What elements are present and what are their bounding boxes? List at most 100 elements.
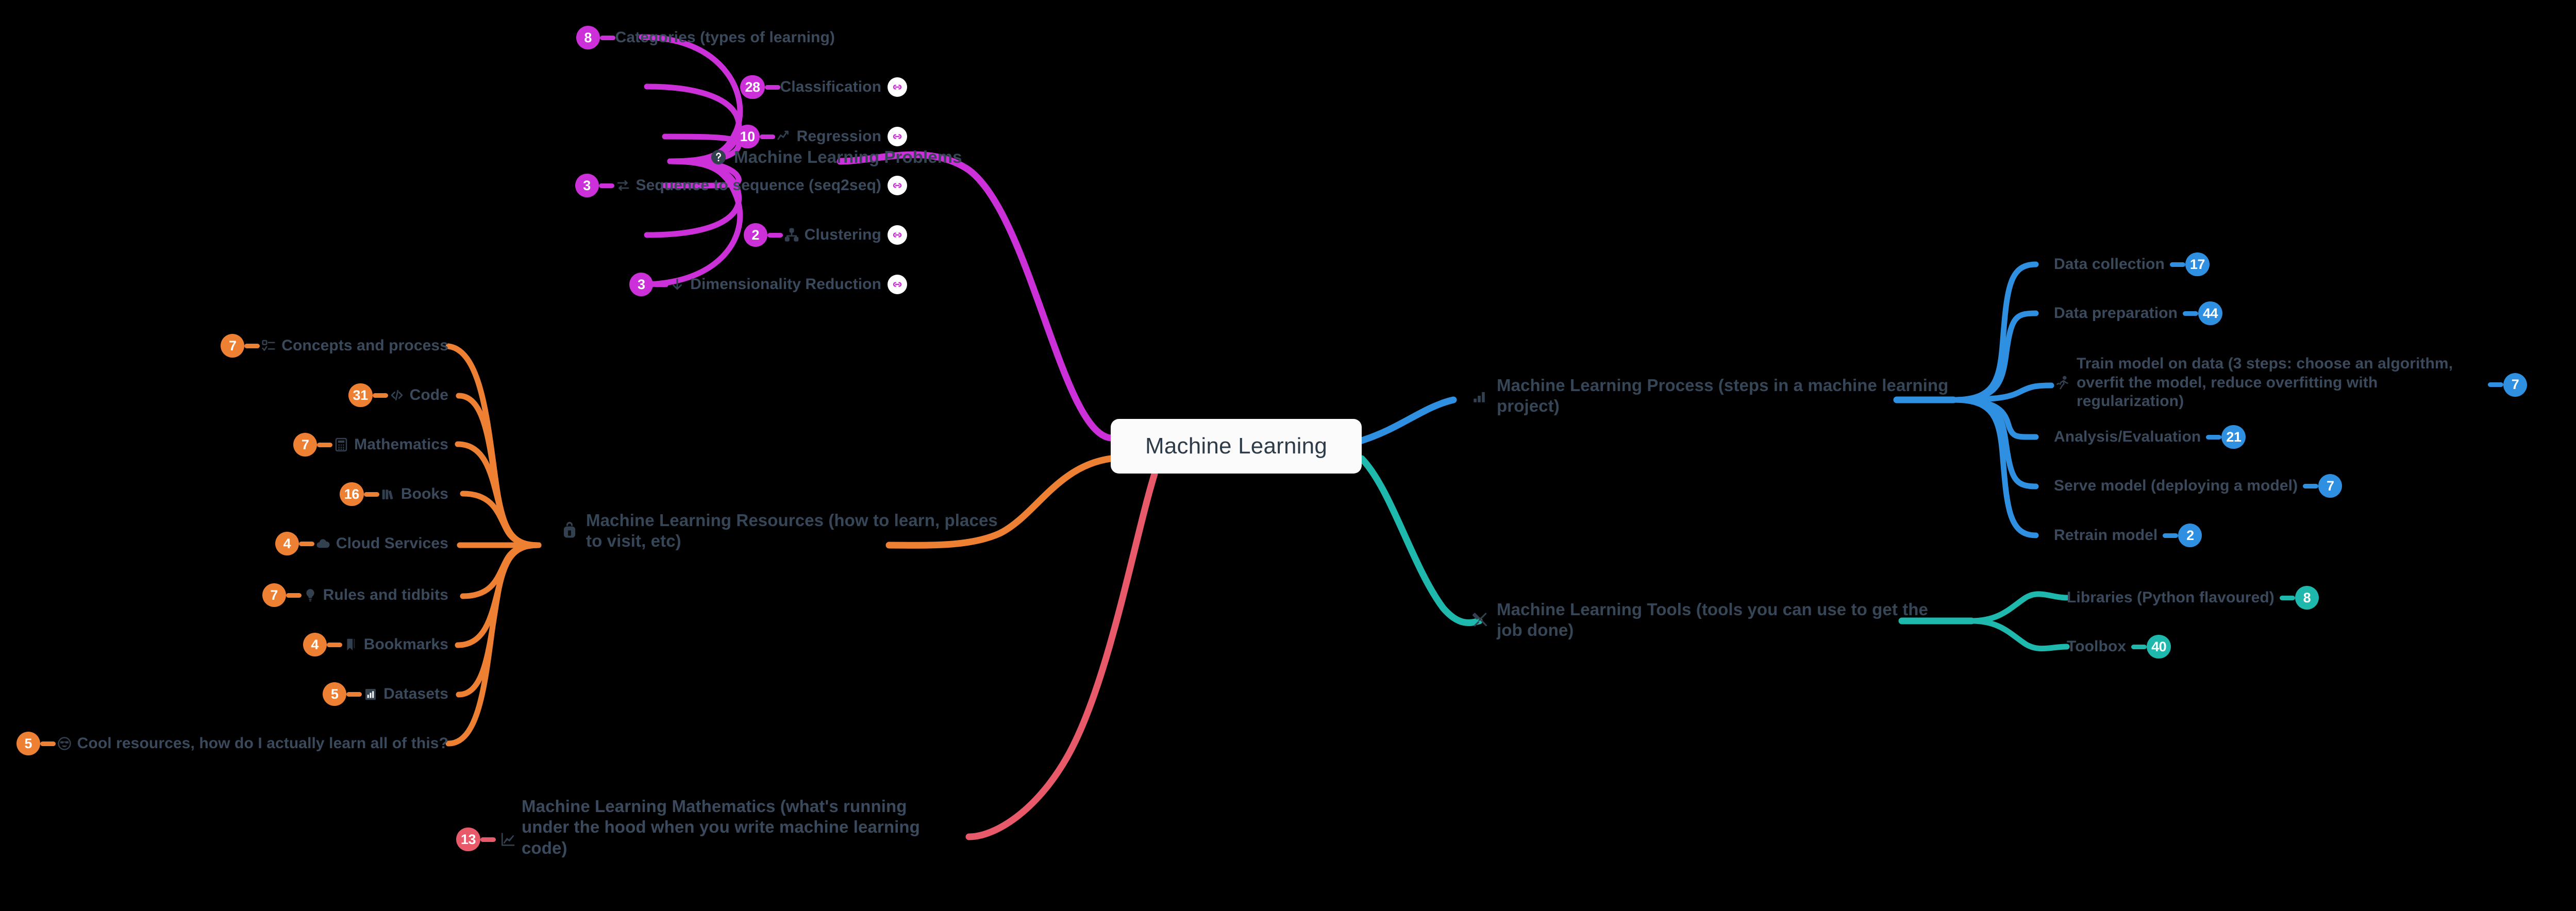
- leaf-mathematics[interactable]: Mathematics 7: [293, 433, 448, 457]
- leaf-stub: [286, 593, 302, 598]
- leaf-label: Books: [400, 485, 448, 502]
- leaf-datasets[interactable]: Datasets 5: [323, 682, 448, 706]
- branch-machine-learning-mathematics[interactable]: 13 Machine Learning Mathematics (what's …: [456, 796, 1002, 858]
- link-chip-icon[interactable]: [888, 275, 907, 294]
- leaf-stub: [346, 691, 362, 697]
- branch-label: Machine Learning Tools (tools you can us…: [1497, 600, 1928, 640]
- leaf-stub: [244, 343, 260, 348]
- leaf-count-badge[interactable]: 3: [629, 273, 654, 296]
- leaf-label: Code: [409, 386, 448, 403]
- leaf-stub: [363, 492, 379, 497]
- leaf-classification[interactable]: Classification 28: [740, 75, 907, 99]
- leaf-concepts-and-process[interactable]: Concepts and process 7: [221, 334, 448, 358]
- leaf-count-badge[interactable]: 2: [743, 223, 767, 247]
- leaf-count-badge[interactable]: 2: [2178, 524, 2202, 547]
- link-chip-icon[interactable]: [888, 225, 907, 245]
- leaf-libraries[interactable]: Libraries (Python flavoured) 8: [2067, 586, 2319, 610]
- wire-center-process: [1358, 396, 1457, 444]
- leaf-label: Dimensionality Reduction: [690, 275, 881, 293]
- leaf-stub: [2131, 644, 2147, 649]
- wire-problems-clustering: [644, 158, 742, 238]
- bar-chart-icon: [362, 685, 379, 703]
- branch-machine-learning-process[interactable]: Machine Learning Process (steps in a mac…: [1470, 375, 1975, 417]
- leaf-count-badge[interactable]: 7: [262, 583, 286, 607]
- leaf-stub: [598, 183, 614, 188]
- leaf-count-badge[interactable]: 7: [2503, 373, 2527, 397]
- leaf-regression[interactable]: Regression 10: [735, 125, 907, 148]
- leaf-books[interactable]: Books 16: [339, 482, 448, 506]
- line-chart-icon: [775, 128, 793, 145]
- center-node[interactable]: Machine Learning: [1111, 419, 1362, 474]
- leaf-label: Concepts and process: [281, 336, 448, 354]
- leaf-label: Analysis/Evaluation: [2054, 428, 2201, 445]
- leaf-label: Libraries (Python flavoured): [2067, 588, 2274, 606]
- leaf-count-badge[interactable]: 7: [293, 433, 317, 457]
- leaf-label: Cool resources, how do I actually learn …: [77, 734, 448, 752]
- leaf-cool-resources[interactable]: Cool resources, how do I actually learn …: [16, 732, 448, 755]
- leaf-data-collection[interactable]: Data collection 17: [2054, 252, 2210, 276]
- leaf-count-badge[interactable]: 16: [339, 482, 364, 506]
- leaf-label: Cloud Services: [336, 534, 448, 552]
- leaf-count-badge[interactable]: 7: [2318, 474, 2343, 498]
- leaf-count-badge[interactable]: 5: [16, 732, 40, 755]
- wire-tools-libraries: [1968, 591, 2070, 624]
- wire-resources-rules: [460, 542, 542, 599]
- leaf-count-badge[interactable]: 44: [2198, 301, 2223, 325]
- leaf-count-badge[interactable]: 3: [575, 174, 599, 197]
- link-chip-icon[interactable]: [888, 176, 907, 195]
- leaf-dimensionality-reduction[interactable]: Dimensionality Reduction 3: [629, 273, 907, 296]
- branch-machine-learning-problems[interactable]: Machine Learning Problems: [708, 147, 962, 167]
- branch-machine-learning-tools[interactable]: Machine Learning Tools (tools you can us…: [1470, 599, 1965, 641]
- leaf-data-preparation[interactable]: Data preparation 44: [2054, 301, 2223, 325]
- leaf-label: Mathematics: [354, 435, 448, 453]
- leaf-count-badge[interactable]: 21: [2221, 425, 2246, 449]
- leaf-stub: [2279, 595, 2295, 600]
- wrench-icon: [1470, 610, 1491, 630]
- leaf-train-model[interactable]: Train model on data (3 steps: choose an …: [2054, 355, 2576, 411]
- area-chart-icon: [499, 831, 516, 848]
- backpack-icon: [559, 520, 580, 541]
- lightbulb-icon: [302, 586, 319, 604]
- center-node-label: Machine Learning: [1145, 433, 1327, 459]
- leaf-toolbox[interactable]: Toolbox 40: [2067, 635, 2171, 659]
- leaf-count-badge[interactable]: 17: [2185, 252, 2210, 276]
- wire-process-retrain: [1950, 397, 2039, 538]
- leaf-serve-model[interactable]: Serve model (deploying a model) 7: [2054, 474, 2343, 498]
- leaf-count-badge[interactable]: 10: [735, 125, 760, 148]
- leaf-label: Datasets: [383, 685, 448, 702]
- leaf-count-badge[interactable]: 4: [303, 633, 327, 656]
- leaf-count-badge[interactable]: 31: [348, 383, 373, 407]
- leaf-cloud-services[interactable]: Cloud Services 4: [275, 532, 448, 555]
- leaf-rules-and-tidbits[interactable]: Rules and tidbits 7: [262, 583, 448, 607]
- leaf-analysis-evaluation[interactable]: Analysis/Evaluation 21: [2054, 425, 2246, 449]
- leaf-label: Data preparation: [2054, 304, 2178, 322]
- leaf-stub: [2488, 382, 2503, 387]
- leaf-retrain-model[interactable]: Retrain model 2: [2054, 524, 2202, 547]
- leaf-stub: [326, 642, 342, 647]
- leaf-count-badge[interactable]: 4: [275, 532, 299, 555]
- leaf-clustering[interactable]: Clustering 2: [743, 223, 907, 247]
- leaf-count-badge[interactable]: 40: [2147, 635, 2171, 659]
- leaf-seq2seq[interactable]: Sequence to sequence (seq2seq) 3: [575, 174, 907, 197]
- leaf-bookmarks[interactable]: Bookmarks 4: [303, 633, 448, 656]
- link-chip-icon[interactable]: [888, 127, 907, 146]
- leaf-code[interactable]: Code 31: [348, 383, 448, 407]
- leaf-stub: [298, 541, 314, 546]
- leaf-count-badge[interactable]: 28: [740, 75, 765, 99]
- wire-problems-categories: [639, 34, 743, 164]
- leaf-stub: [2169, 262, 2185, 267]
- leaf-count-badge[interactable]: 8: [576, 26, 600, 49]
- leaf-count-badge[interactable]: 8: [2295, 586, 2319, 610]
- cluster-icon: [783, 226, 800, 244]
- branch-machine-learning-resources[interactable]: Machine Learning Resources (how to learn…: [559, 510, 1002, 552]
- arrow-down-icon: [668, 276, 686, 293]
- leaf-stub: [317, 442, 333, 447]
- link-chip-icon[interactable]: [888, 77, 907, 97]
- shuffle-icon: [614, 177, 632, 194]
- leaf-count-badge[interactable]: 7: [221, 334, 245, 358]
- checklist-icon: [260, 337, 277, 355]
- leaf-label: Clustering: [804, 226, 881, 243]
- branch-count-badge[interactable]: 13: [456, 828, 481, 852]
- leaf-count-badge[interactable]: 5: [323, 682, 347, 706]
- leaf-categories[interactable]: Categories (types of learning) 8: [576, 26, 835, 49]
